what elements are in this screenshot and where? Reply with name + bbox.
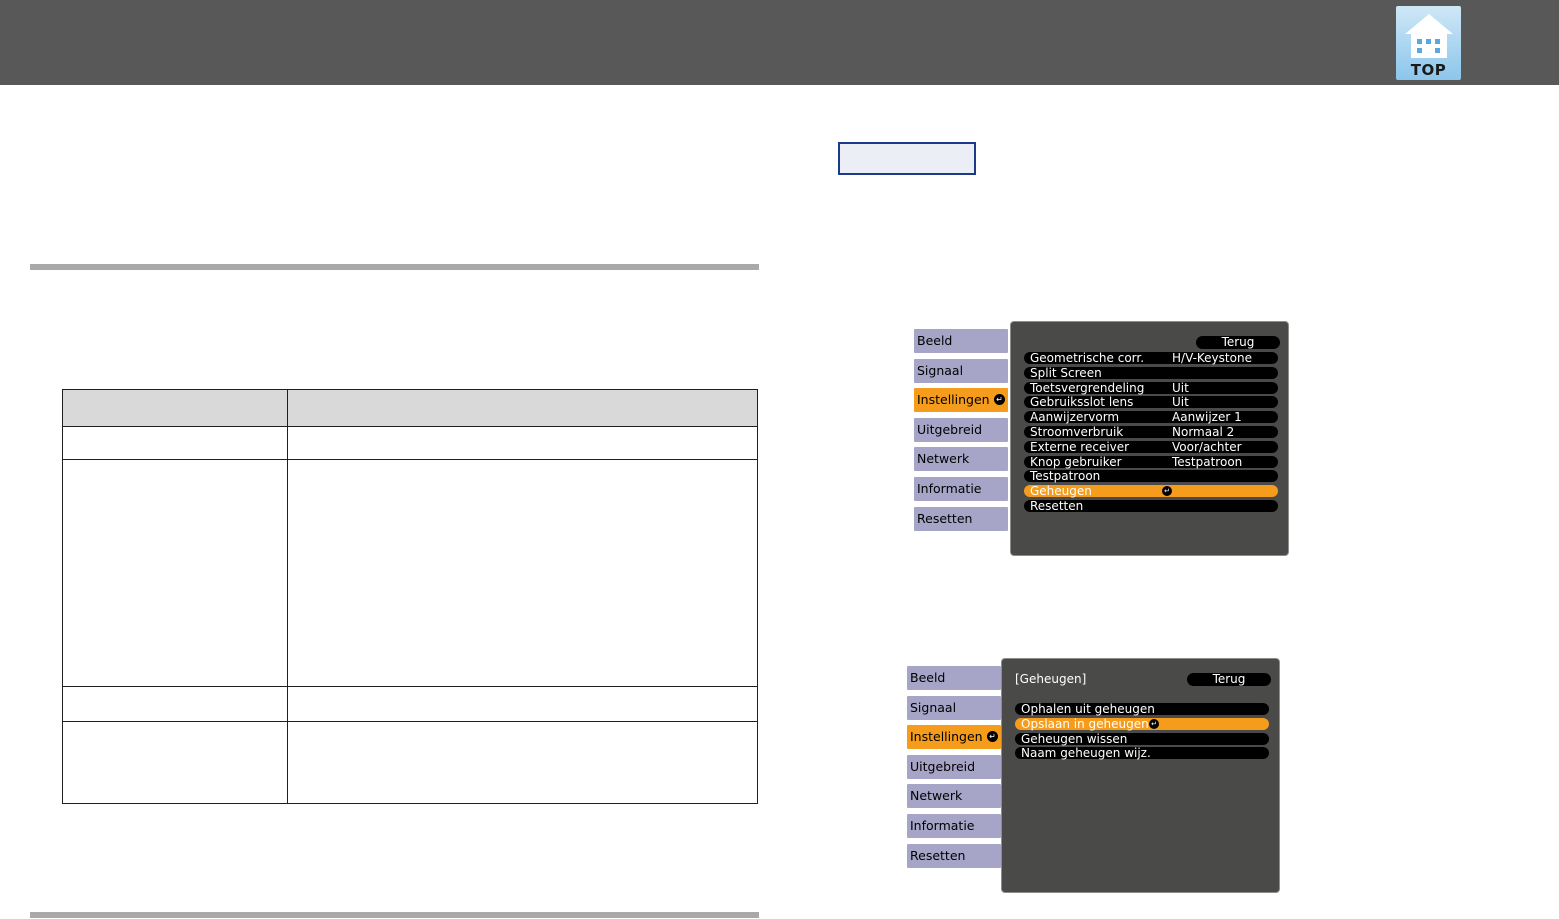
menu-item-value: Normaal 2 [1172, 425, 1235, 439]
top-home-icon[interactable]: TOP [1396, 6, 1461, 80]
tab-beeld[interactable]: Beeld [914, 329, 1008, 353]
submenu-item-label: Opslaan in geheugen [1021, 716, 1149, 731]
menu-item-label: Geometrische corr. [1030, 351, 1145, 365]
menu-item-stroomverbruik[interactable]: Stroomverbruik Normaal 2 [1024, 426, 1278, 438]
tab-label: Resetten [917, 510, 973, 526]
header-bar [0, 0, 1559, 85]
tab-label: Netwerk [910, 788, 963, 804]
table-row-divider [63, 426, 757, 427]
menu-item-label: Externe receiver [1030, 439, 1130, 454]
osd-panel: [Geheugen] Terug Ophalen uit geheugen Ops… [1001, 658, 1280, 893]
tab-resetten[interactable]: Resetten [907, 843, 1001, 868]
tab-uitgebreid[interactable]: Uitgebreid [907, 754, 1001, 779]
tab-informatie[interactable]: Informatie [914, 477, 1008, 501]
menu-item-value: Testpatroon [1172, 454, 1243, 469]
enter-icon: ↵ [987, 731, 998, 743]
window-icon [1435, 39, 1440, 44]
menu-item-label: Split Screen [1030, 365, 1102, 380]
section-divider [30, 912, 759, 918]
menu-item-value: Uit [1172, 380, 1189, 395]
tab-label: Informatie [917, 481, 982, 496]
tab-label: Instellingen [910, 729, 983, 745]
tab-label: Uitgebreid [917, 421, 983, 437]
tab-label: Instellingen [917, 392, 990, 408]
menu-item-label: Testpatroon [1030, 469, 1101, 484]
table-row-divider [63, 721, 757, 722]
tab-label: Resetten [910, 847, 966, 863]
tab-netwerk[interactable]: Netwerk [914, 447, 1008, 472]
tab-netwerk[interactable]: Netwerk [907, 784, 1001, 809]
menu-item-knop-gebruiker[interactable]: Knop gebruiker Testpatroon [1024, 454, 1278, 469]
menu-item-externe-receiver[interactable]: Externe receiver Voor/achter [1024, 439, 1278, 454]
tab-instellingen[interactable]: Instellingen ↵ [914, 388, 1008, 413]
menu-item-testpatroon[interactable]: Testpatroon [1024, 469, 1278, 484]
tab-label: Netwerk [917, 451, 970, 467]
menu-item-label: Gebruiksslot lens [1030, 395, 1134, 410]
menu-item-resetten[interactable]: Resetten [1024, 500, 1278, 512]
tab-beeld[interactable]: Beeld [907, 666, 1001, 690]
back-button[interactable]: Terug [1187, 673, 1271, 686]
tab-resetten[interactable]: Resetten [914, 506, 1008, 531]
menu-item-label: Knop gebruiker [1030, 454, 1122, 469]
menu-item-geheugen[interactable]: Geheugen ↵ [1024, 484, 1278, 499]
table-column-divider [287, 390, 288, 803]
tab-signaal[interactable]: Signaal [914, 358, 1008, 383]
table-row-divider [63, 459, 757, 460]
house-body-icon [1411, 34, 1447, 58]
submenu-title: [Geheugen] [1015, 672, 1087, 686]
top-logo-text: TOP [1410, 61, 1447, 79]
osd-panel: Terug Geometrische corr. H/V-Keystone Spli… [1010, 321, 1289, 556]
menu-item-value: H/V-Keystone [1172, 351, 1252, 365]
submenu-item-label: Geheugen wissen [1021, 731, 1128, 746]
menu-item-label: Resetten [1030, 499, 1084, 513]
menu-item-value: Aanwijzer 1 [1172, 410, 1242, 425]
submenu-item-geheugen-wissen[interactable]: Geheugen wissen [1015, 731, 1269, 746]
settings-table [62, 389, 758, 804]
section-divider [30, 264, 759, 270]
menu-item-toetsvergrendeling[interactable]: Toetsvergrendeling Uit [1024, 380, 1278, 395]
tab-label: Signaal [917, 362, 964, 378]
submenu-item-label: Ophalen uit geheugen [1021, 702, 1155, 716]
menu-item-value: Voor/achter [1172, 439, 1242, 454]
tab-instellingen[interactable]: Instellingen ↵ [907, 725, 1001, 750]
tab-label: Beeld [917, 333, 953, 348]
menu-item-label: Toetsvergrendeling [1030, 380, 1145, 395]
menu-item-label: Geheugen [1030, 484, 1092, 499]
window-icon [1426, 39, 1431, 44]
menu-item-value: Uit [1172, 395, 1189, 410]
menu-item-geometrische-corr-[interactable]: Geometrische corr. H/V-Keystone [1024, 352, 1278, 364]
menu-item-aanwijzervorm[interactable]: Aanwijzervorm Aanwijzer 1 [1024, 410, 1278, 425]
window-icon [1417, 48, 1422, 53]
tab-label: Beeld [910, 670, 946, 685]
table-header [63, 390, 757, 426]
submenu-item-opslaan-in-geheugen[interactable]: Opslaan in geheugen ↵ [1015, 716, 1269, 731]
tab-uitgebreid[interactable]: Uitgebreid [914, 417, 1008, 442]
procedure-badge [838, 142, 976, 175]
submenu-item-label: Naam geheugen wijz. [1021, 746, 1151, 761]
enter-icon: ↵ [994, 394, 1005, 406]
window-icon [1417, 39, 1422, 44]
tab-informatie[interactable]: Informatie [907, 814, 1001, 838]
menu-item-split-screen[interactable]: Split Screen [1024, 365, 1278, 380]
house-roof-icon [1405, 14, 1453, 34]
table-row-divider [63, 686, 757, 687]
enter-icon: ↵ [1162, 486, 1172, 497]
enter-icon: ↵ [1149, 718, 1159, 729]
submenu-item-naam-geheugen-wijz-[interactable]: Naam geheugen wijz. [1015, 746, 1269, 761]
back-button[interactable]: Terug [1196, 336, 1280, 349]
window-icon [1435, 48, 1440, 53]
tab-label: Informatie [910, 818, 975, 833]
tab-signaal[interactable]: Signaal [907, 695, 1001, 720]
tab-label: Uitgebreid [910, 758, 976, 774]
menu-item-label: Aanwijzervorm [1030, 410, 1120, 425]
tab-label: Signaal [910, 699, 957, 715]
menu-item-gebruiksslot-lens[interactable]: Gebruiksslot lens Uit [1024, 395, 1278, 410]
submenu-item-ophalen-uit-geheugen[interactable]: Ophalen uit geheugen [1015, 703, 1269, 715]
menu-item-label: Stroomverbruik [1030, 425, 1124, 439]
